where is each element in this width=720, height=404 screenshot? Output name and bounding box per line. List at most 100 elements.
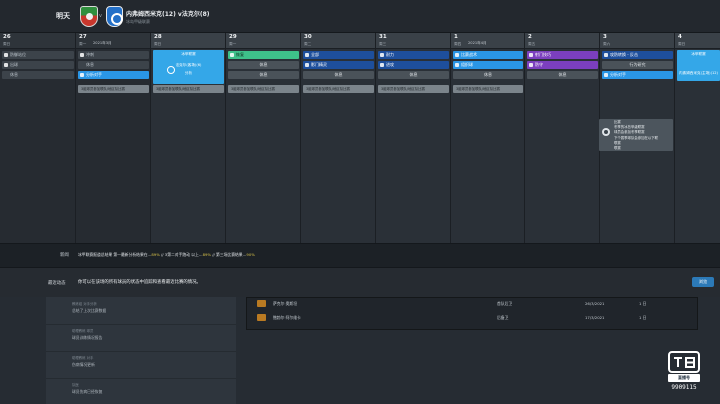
match-title[interactable]: 内弗姆西米克(12) v法克尔(8) bbox=[126, 9, 210, 18]
day-number: 28 bbox=[154, 34, 162, 40]
day-number: 26 bbox=[3, 34, 11, 40]
analysis-session[interactable]: 分析对手 bbox=[78, 71, 149, 79]
reserve-match-band[interactable]: 3组球员参加联队/地区队比赛 bbox=[378, 85, 449, 93]
news-bar[interactable]: 新闻 冰甲联赛报道总结果 第一最新分析结果在…89% // 3第二对手跑动 以上… bbox=[0, 243, 720, 267]
calendar-day[interactable]: 28 周日 冰甲联赛 法克尔(客场)(6) 分析 3组球员参加联队/地区队比赛 bbox=[151, 33, 226, 243]
day-weekday: 周日 bbox=[154, 42, 162, 46]
training-session[interactable]: 防御站位 bbox=[2, 51, 74, 59]
training-session[interactable]: 射门技巧 bbox=[527, 51, 598, 59]
match-fixture-card[interactable]: 冰甲联赛 法克尔(客场)(6) 分析 bbox=[153, 50, 224, 84]
day-header: 1 2021年4月 周四 bbox=[451, 33, 524, 49]
recovery-session[interactable]: 恢复 bbox=[228, 51, 299, 59]
day-weekday: 周一 bbox=[79, 42, 87, 46]
calendar-day[interactable]: 4 周日 冰甲联赛 内弗姆西米克(主场)(12) bbox=[675, 33, 720, 243]
injury-tag-icon bbox=[257, 314, 266, 321]
competition-name: 冰岛甲级联赛 bbox=[126, 19, 150, 24]
away-team-crest-icon[interactable] bbox=[106, 6, 123, 27]
training-session[interactable]: 全部 bbox=[303, 51, 374, 59]
day-header: 4 周日 bbox=[675, 33, 720, 49]
league-icon bbox=[602, 128, 610, 136]
injury-tag-icon bbox=[257, 300, 266, 307]
douyu-logo-icon bbox=[668, 351, 700, 373]
fixture-opponent: 内弗姆西米克(主场)(12) bbox=[679, 71, 718, 75]
watermark-sub: 直播号 bbox=[668, 374, 700, 382]
day-weekday: 周三 bbox=[379, 42, 387, 46]
training-icon bbox=[80, 53, 84, 57]
tactics-icon bbox=[455, 53, 459, 57]
reserve-match-band[interactable]: 3组球员参加联队/地区队比赛 bbox=[153, 85, 224, 93]
fixture-competition: 冰甲联赛 bbox=[691, 52, 706, 56]
training-session[interactable]: 攻防转换 - 反击 bbox=[602, 51, 673, 59]
tactics-session[interactable]: 组织球 bbox=[453, 61, 523, 69]
inbox-item[interactable]: 助理教练 球员 球员训练情况报告 bbox=[72, 328, 232, 352]
ball-icon bbox=[167, 66, 175, 74]
bottom-panel: 教练组 对手分析 总结了上次比赛数据 助理教练 球员 球员训练情况报告 助理教练… bbox=[0, 297, 720, 404]
analysis-icon bbox=[604, 73, 608, 77]
training-icon bbox=[305, 53, 309, 57]
calendar-day[interactable]: 27 2021年3月 周一 冲刺 休息 分析对手 3组球员参加联队/地区队比赛 bbox=[76, 33, 151, 243]
table-row[interactable]: 萨克尔·奥斯坦 首队后卫 26/3/2021 1 日 bbox=[251, 298, 695, 309]
schedule-calendar: 26 周日 防御站位 出球 休息 27 2021年3月 周一 冲刺 休息 分析对… bbox=[0, 33, 720, 251]
match-fixture-card[interactable]: 冰甲联赛 内弗姆西米克(主场)(12) bbox=[677, 50, 720, 81]
training-session[interactable]: 耐力 bbox=[378, 51, 449, 59]
browse-button[interactable]: 浏览 bbox=[692, 277, 714, 287]
day-number: 31 bbox=[379, 34, 387, 40]
training-session[interactable]: 进攻 bbox=[378, 61, 449, 69]
tactics-icon bbox=[455, 63, 459, 67]
recent-activity-bar: 最近动态 你可以在该场的所有球员的状态中追踪和查看最近比赛的情况。 浏览 bbox=[0, 267, 720, 297]
rest-session[interactable]: 休息 bbox=[378, 71, 449, 79]
training-session[interactable]: 行为研究 bbox=[602, 61, 673, 69]
reserve-match-band[interactable]: 3组球员参加联队/地区队比赛 bbox=[228, 85, 299, 93]
rest-session[interactable]: 休息 bbox=[228, 61, 299, 69]
table-row[interactable]: 鲍勃尔·阿尔维卡 后备卫 17/3/2021 1 日 bbox=[251, 312, 695, 323]
inbox-list: 教练组 对手分析 总结了上次比赛数据 助理教练 球员 球员训练情况报告 助理教练… bbox=[46, 297, 236, 404]
training-session[interactable]: 冲刺 bbox=[78, 51, 149, 59]
analysis-icon bbox=[80, 73, 84, 77]
divider bbox=[46, 324, 236, 325]
news-ticker: 冰甲联赛报道总结果 第一最新分析结果在…89% // 3第二对手跑动 以上…89… bbox=[78, 252, 255, 257]
inbox-item[interactable]: 队医 球员伤病已经恢复 bbox=[72, 382, 232, 404]
calendar-day[interactable]: 31 周三 耐力 进攻 休息 3组球员参加联队/地区队比赛 bbox=[376, 33, 451, 243]
calendar-day[interactable]: 2 周五 射门技巧 防守 休息 bbox=[525, 33, 600, 243]
day-number: 3 bbox=[603, 34, 607, 40]
rest-session[interactable]: 休息 bbox=[2, 71, 74, 79]
training-session[interactable]: 影门精灵 bbox=[303, 61, 374, 69]
rest-session[interactable]: 休息 bbox=[453, 71, 523, 79]
recent-activity-text: 你可以在该场的所有球员的状态中追踪和查看最近比赛的情况。 bbox=[78, 280, 201, 285]
day-header: 29 周一 bbox=[226, 33, 300, 49]
room-id: 9909115 bbox=[671, 384, 697, 391]
reserve-match-band[interactable]: 3组球员参加联队/地区队比赛 bbox=[453, 85, 523, 93]
calendar-day[interactable]: 26 周日 防御站位 出球 休息 bbox=[0, 33, 76, 243]
day-weekday: 周一 bbox=[229, 42, 237, 46]
divider bbox=[46, 351, 236, 352]
calendar-day[interactable]: 1 2021年4月 周四 比赛战术 组织球 休息 3组球员参加联队/地区队比赛 bbox=[451, 33, 525, 243]
fixture-note: 分析 bbox=[184, 71, 193, 75]
day-header: 31 周三 bbox=[376, 33, 450, 49]
reserve-match-band[interactable]: 3组球员参加联队/地区队比赛 bbox=[303, 85, 374, 93]
day-weekday: 周六 bbox=[603, 42, 611, 46]
tomorrow-label: 明天 bbox=[56, 12, 70, 20]
inbox-item[interactable]: 教练组 对手分析 总结了上次比赛数据 bbox=[72, 301, 232, 325]
training-icon bbox=[604, 53, 608, 57]
recent-activity-label: 最近动态 bbox=[48, 281, 66, 286]
rest-session[interactable]: 休息 bbox=[78, 61, 149, 69]
tactics-session[interactable]: 比赛战术 bbox=[453, 51, 523, 59]
home-team-crest-icon[interactable] bbox=[80, 6, 98, 27]
reserve-match-band[interactable]: 3组球员参加联队/地区队比赛 bbox=[78, 85, 149, 93]
calendar-day[interactable]: 30 周二 全部 影门精灵 休息 3组球员参加联队/地区队比赛 bbox=[301, 33, 376, 243]
analysis-session[interactable]: 分析对手 bbox=[602, 71, 673, 79]
divider bbox=[46, 378, 236, 379]
calendar-day[interactable]: 29 周一 恢复 休息 休息 3组球员参加联队/地区队比赛 bbox=[226, 33, 301, 243]
rest-session[interactable]: 休息 bbox=[228, 71, 299, 79]
training-session[interactable]: 出球 bbox=[2, 61, 74, 69]
rest-session[interactable]: 休息 bbox=[527, 71, 598, 79]
rest-session[interactable]: 休息 bbox=[303, 71, 374, 79]
training-session[interactable]: 防守 bbox=[527, 61, 598, 69]
day-weekday: 周四 bbox=[454, 42, 462, 46]
day-header: 3 周六 bbox=[600, 33, 674, 49]
day-month: 2021年3月 bbox=[93, 41, 112, 45]
stream-watermark: 直播号 9909115 bbox=[664, 350, 704, 400]
training-icon bbox=[380, 53, 384, 57]
fixture-opponent: 法克尔(客场)(6) bbox=[175, 63, 202, 67]
inbox-item[interactable]: 助理教练 对手 伤病情况更新 bbox=[72, 355, 232, 379]
